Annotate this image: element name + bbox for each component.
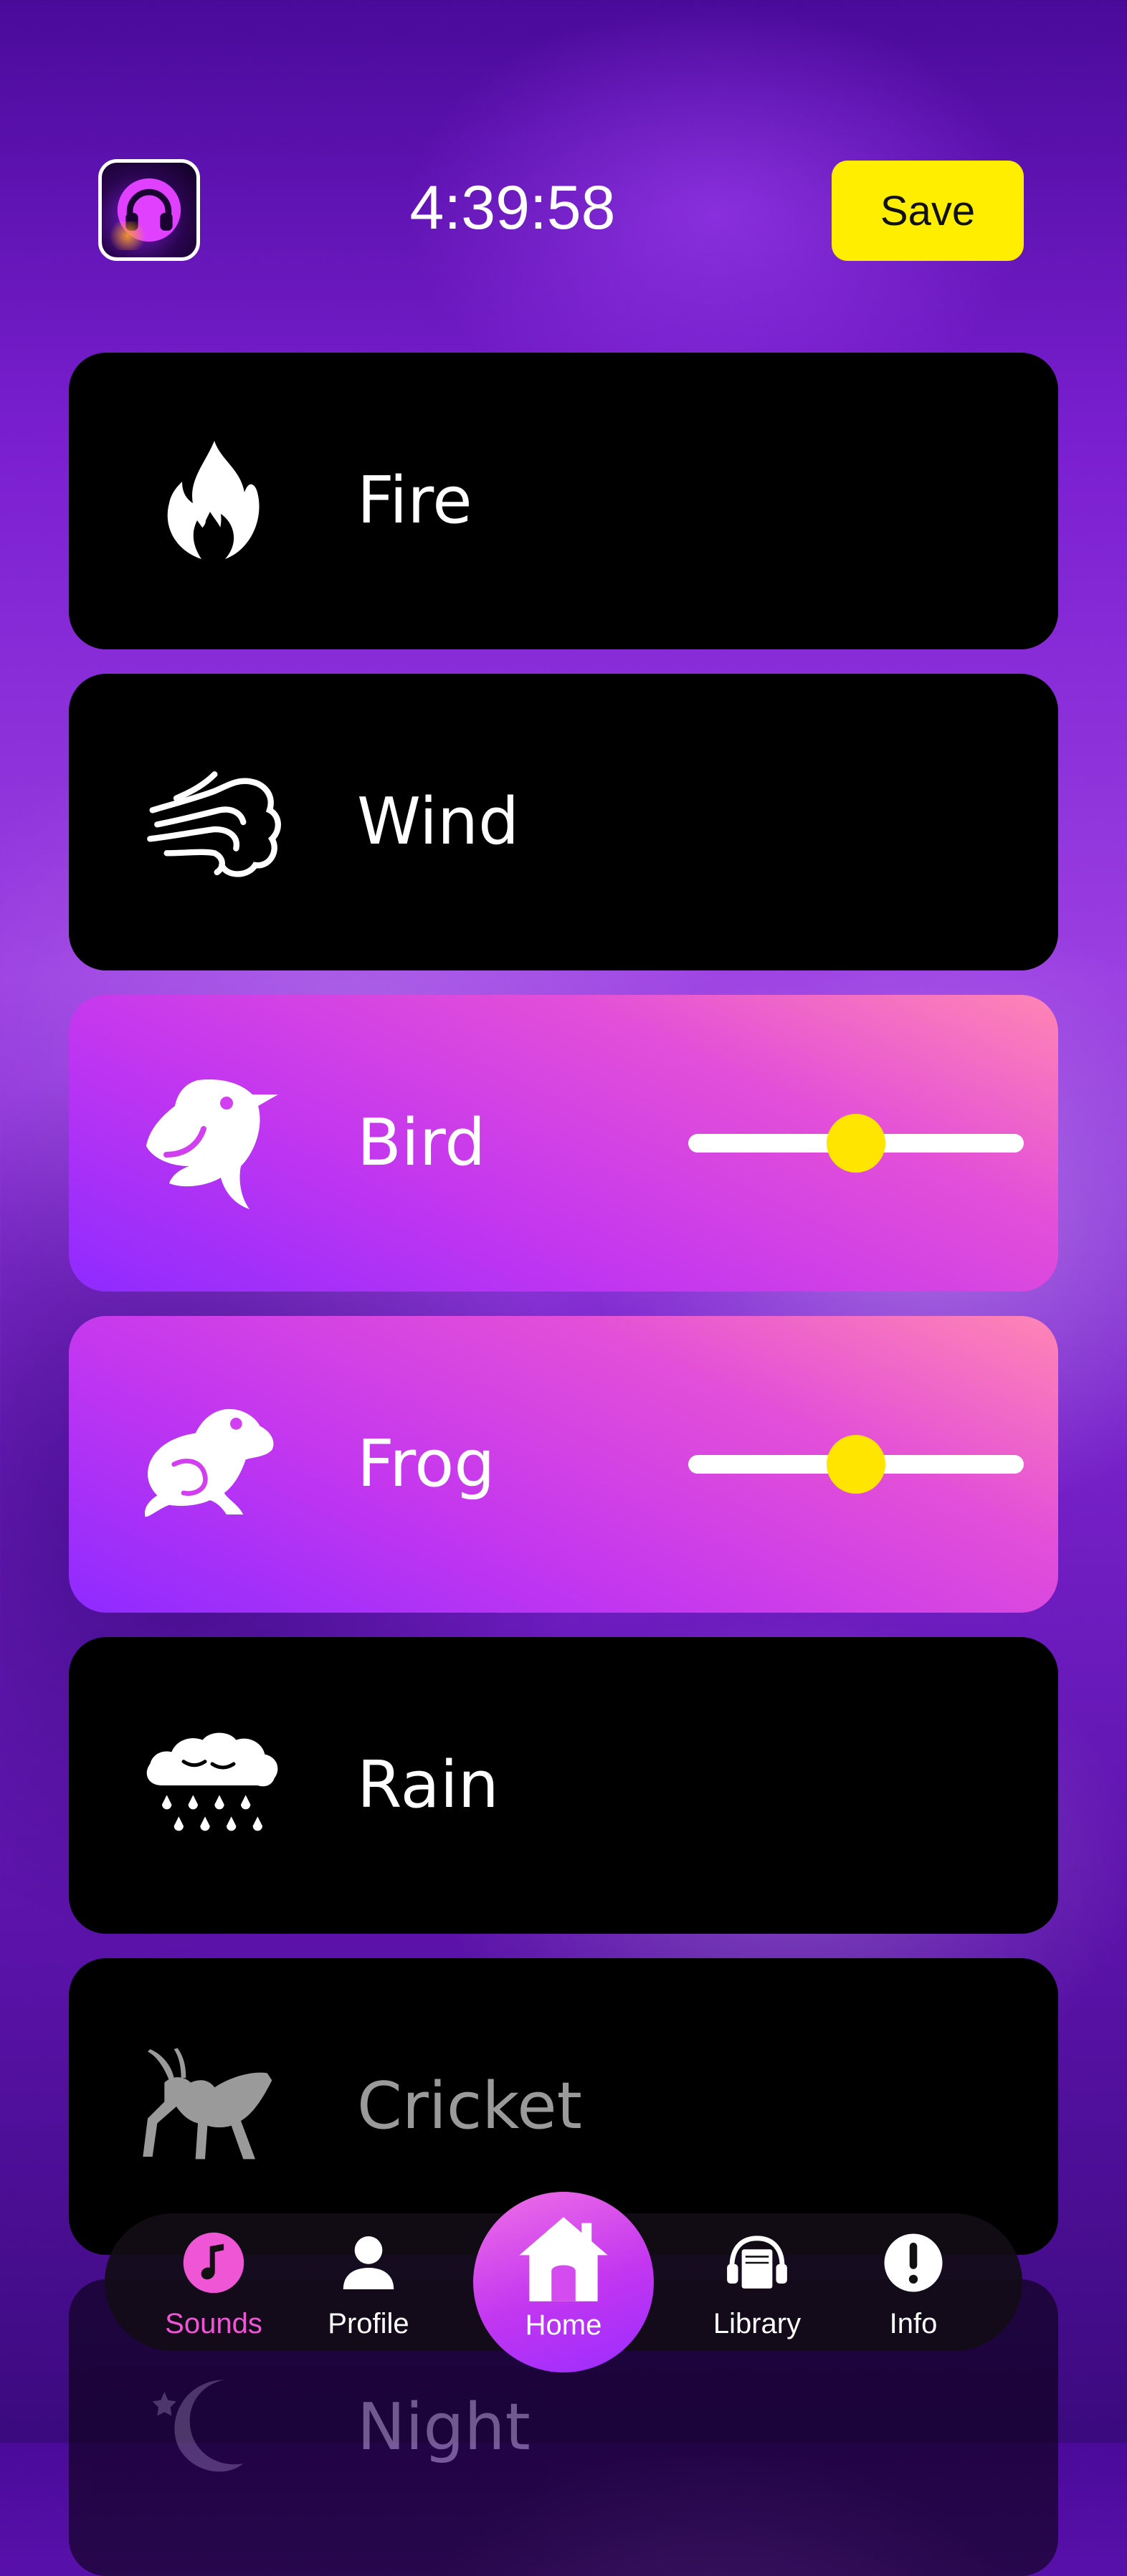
nav-label: Library [713, 2308, 802, 2339]
sound-label: Cricket [357, 2069, 582, 2144]
sound-label: Bird [357, 1105, 486, 1180]
library-icon [723, 2229, 791, 2296]
sound-label: Fire [357, 463, 472, 538]
sound-card-wind[interactable]: Wind [69, 674, 1058, 970]
fire-icon [141, 429, 284, 573]
sound-label: Wind [357, 784, 520, 859]
music-note-icon [180, 2229, 247, 2296]
frog-icon [141, 1393, 284, 1536]
sound-card-fire[interactable]: Fire [69, 353, 1058, 649]
nav-label: Info [889, 2308, 938, 2339]
user-icon [335, 2229, 402, 2296]
nav-library[interactable]: Library [685, 2229, 829, 2351]
bird-icon [141, 1072, 284, 1215]
sound-card-bird[interactable]: Bird [69, 995, 1058, 1292]
nav-label: Home [525, 2309, 602, 2341]
session-timer: 4:39:58 [409, 173, 616, 242]
app-logo[interactable] [98, 159, 200, 261]
cricket-icon [141, 2035, 284, 2178]
info-icon [880, 2229, 947, 2296]
save-button[interactable]: Save [832, 161, 1024, 261]
volume-slider-thumb[interactable] [827, 1435, 885, 1494]
nav-profile[interactable]: Profile [297, 2229, 440, 2351]
sound-card-frog[interactable]: Frog [69, 1316, 1058, 1613]
volume-slider-thumb[interactable] [827, 1114, 885, 1173]
logo-glow [106, 221, 149, 250]
sound-card-rain[interactable]: Rain [69, 1637, 1058, 1934]
sound-label: Night [357, 2390, 531, 2465]
home-icon [519, 2217, 608, 2301]
nav-label: Sounds [165, 2308, 262, 2339]
nav-home[interactable]: Home [473, 2192, 654, 2372]
nav-sounds[interactable]: Sounds [142, 2229, 285, 2351]
wind-icon [141, 750, 284, 894]
rain-cloud-icon [141, 1714, 284, 1857]
sound-label: Rain [357, 1747, 499, 1823]
nav-info[interactable]: Info [842, 2229, 985, 2351]
volume-slider[interactable] [688, 1435, 1024, 1494]
volume-slider[interactable] [688, 1114, 1024, 1173]
moon-stars-icon [141, 2356, 284, 2499]
sound-label: Frog [357, 1426, 495, 1502]
nav-label: Profile [328, 2308, 409, 2339]
